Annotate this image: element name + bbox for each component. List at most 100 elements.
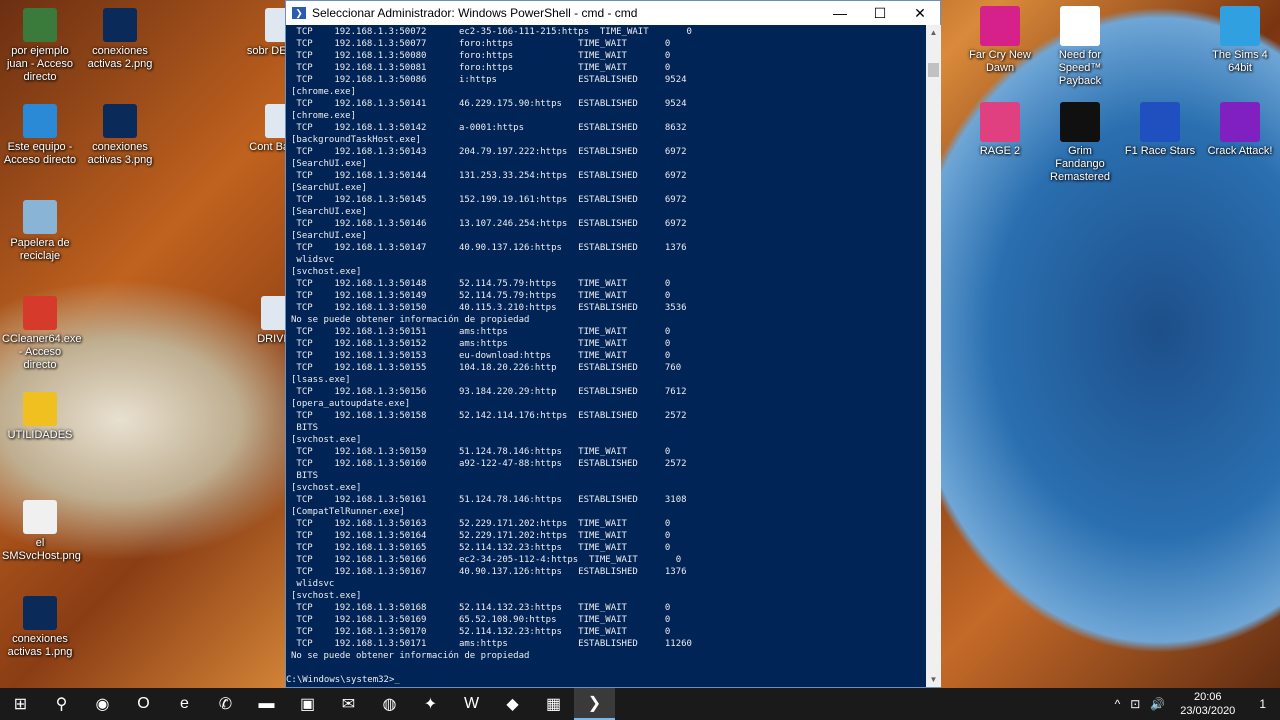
desktop-icon-image	[23, 200, 57, 234]
console-line: wlidsvc	[291, 579, 335, 589]
scroll-up-icon[interactable]: ▲	[926, 25, 941, 40]
taskbar-whatsapp-button[interactable]: ✆	[205, 688, 246, 720]
console-line: [SearchUI.exe]	[291, 231, 367, 241]
desktop-icon[interactable]: el SMSvcHost.png	[2, 500, 81, 563]
taskbar-app3-button[interactable]: ◆	[492, 688, 533, 720]
desktop-icon-image	[23, 596, 57, 630]
console-line: [SearchUI.exe]	[291, 183, 367, 193]
taskbar-explorer-button[interactable]: ▬	[246, 688, 287, 720]
desktop-icon-image	[103, 8, 137, 42]
desktop-icon[interactable]: RAGE 2	[962, 102, 1038, 158]
desktop-icon-label: conexiones activas 2.png	[87, 45, 153, 70]
close-button[interactable]: ✕	[900, 1, 940, 25]
taskbar-edge-button[interactable]: e	[164, 688, 205, 720]
connection-row: TCP 192.168.1.3:50147 40.90.137.126:http…	[291, 243, 687, 253]
clock[interactable]: 20:06 23/03/2020	[1170, 690, 1245, 718]
taskbar-calculator-button[interactable]: ▦	[533, 688, 574, 720]
desktop-icon[interactable]: Need for Speed™ Payback	[1042, 6, 1118, 88]
desktop-icon[interactable]: F1 Race Stars	[1122, 102, 1198, 158]
desktop-icon[interactable]: conexiones activas 1.png	[2, 596, 78, 659]
desktop-icon-label: The Sims 4 64bit	[1212, 49, 1268, 74]
connection-row: TCP 192.168.1.3:50163 52.229.171.202:htt…	[291, 519, 671, 529]
desktop-icon-image	[23, 392, 57, 426]
desktop-icon-label: UTILIDADES	[7, 429, 73, 441]
connection-row: TCP 192.168.1.3:50146 13.107.246.254:htt…	[291, 219, 687, 229]
taskbar-mail-button[interactable]: ✉	[328, 688, 369, 720]
taskbar-app2-button[interactable]: ✦	[410, 688, 451, 720]
desktop-icon[interactable]: The Sims 4 64bit	[1202, 6, 1278, 75]
desktop-icon-image	[1060, 102, 1100, 142]
taskbar-search-button[interactable]: ⚲	[41, 688, 82, 720]
desktop-icon-label: por ejemplo juan - Acceso directo	[6, 45, 74, 83]
connection-row: TCP 192.168.1.3:50169 65.52.108.90:https…	[291, 615, 671, 625]
connection-row: TCP 192.168.1.3:50143 204.79.197.222:htt…	[291, 147, 687, 157]
desktop-icon-image	[23, 296, 57, 330]
search-icon: ⚲	[55, 696, 68, 713]
console-line: [chrome.exe]	[291, 111, 357, 121]
desktop-icon-label: Papelera de reciclaje	[10, 237, 70, 262]
console-line: [lsass.exe]	[291, 375, 351, 385]
desktop-icon[interactable]: Grim Fandango Remastered	[1042, 102, 1118, 184]
connection-row: TCP 192.168.1.3:50164 52.229.171.202:htt…	[291, 531, 671, 541]
app-icon: ◆	[506, 696, 519, 713]
store-icon: ▣	[299, 696, 316, 713]
taskbar-opera-button[interactable]: O	[123, 688, 164, 720]
desktop-icon-image	[1220, 6, 1260, 46]
desktop-icon[interactable]: conexiones activas 2.png	[82, 8, 158, 71]
desktop-icon-image	[23, 500, 57, 534]
taskbar-start-button[interactable]: ⊞	[0, 688, 41, 720]
scrollbar-thumb[interactable]	[928, 63, 939, 77]
connection-row: TCP 192.168.1.3:50166 ec2-34-205-112-4:h…	[291, 555, 682, 565]
notifications-icon[interactable]: 1	[1245, 697, 1280, 711]
show-hidden-icons-icon[interactable]: ^	[1110, 697, 1126, 711]
connection-row: TCP 192.168.1.3:50142 a-0001:https ESTAB…	[291, 123, 687, 133]
taskbar: ⊞ ⚲ ◉ Oe ✆ ▬ ▣ ✉ ◍ ✦ W ◆ ▦ ❯ ^ ⊡ 🔊 20:06 23/03/2020 1	[0, 688, 1280, 720]
taskbar-word-button[interactable]: W	[451, 688, 492, 720]
connection-row: TCP 192.168.1.3:50072 ec2-35-166-111-215…	[291, 27, 692, 37]
console-line: No se puede obtener información de propi…	[291, 315, 530, 325]
desktop-icon-image	[103, 104, 137, 138]
taskbar-powershell-button[interactable]: ❯	[574, 688, 615, 720]
connection-row: TCP 192.168.1.3:50158 52.142.114.176:htt…	[291, 411, 687, 421]
connection-row: TCP 192.168.1.3:50077 foro:https TIME_WA…	[291, 39, 671, 49]
desktop-icon-label: CCleaner64.exe - Acceso directo	[2, 333, 82, 371]
desktop-icon-image	[1220, 102, 1260, 142]
desktop-icon[interactable]: Crack Attack!	[1202, 102, 1278, 158]
command-prompt[interactable]: C:\Windows\system32>_	[286, 674, 926, 686]
console-line: [SearchUI.exe]	[291, 207, 367, 217]
console-line: [opera_autoupdate.exe]	[291, 399, 411, 409]
desktop-icon[interactable]: Este equipo - Acceso directo	[2, 104, 78, 167]
taskbar-store-button[interactable]: ▣	[287, 688, 328, 720]
desktop-icon[interactable]: por ejemplo juan - Acceso directo	[2, 8, 78, 84]
console-line: [backgroundTaskHost.exe]	[291, 135, 422, 145]
desktop-icon-image	[23, 8, 57, 42]
desktop-icon[interactable]: CCleaner64.exe - Acceso directo	[2, 296, 82, 372]
taskbar-app1-button[interactable]: ◍	[369, 688, 410, 720]
desktop-icon[interactable]: Far Cry New Dawn	[962, 6, 1038, 75]
network-icon[interactable]: ⊡	[1125, 697, 1145, 711]
scroll-down-icon[interactable]: ▼	[926, 672, 941, 687]
system-tray: ^ ⊡ 🔊 20:06 23/03/2020 1	[1110, 690, 1280, 718]
console-output[interactable]: TCP 192.168.1.3:50072 ec2-35-166-111-215…	[286, 25, 926, 687]
console-line: [svchost.exe]	[291, 435, 362, 445]
desktop-icon[interactable]: Papelera de reciclaje	[2, 200, 78, 263]
title-bar[interactable]: ❯ Seleccionar Administrador: Windows Pow…	[286, 1, 940, 25]
connection-row: TCP 192.168.1.3:50155 104.18.20.226:http…	[291, 363, 682, 373]
maximize-button[interactable]: ☐	[860, 1, 900, 25]
whatsapp-icon: ✆	[218, 696, 233, 713]
desktop-icon[interactable]: UTILIDADES	[2, 392, 78, 442]
connection-row: TCP 192.168.1.3:50165 52.114.132.23:http…	[291, 543, 671, 553]
scrollbar[interactable]: ▲ ▼	[926, 25, 941, 687]
minimize-button[interactable]: —	[820, 1, 860, 25]
connection-row: TCP 192.168.1.3:50141 46.229.175.90:http…	[291, 99, 687, 109]
taskbar-chrome-button[interactable]: ◉	[82, 688, 123, 720]
folder-icon: ▬	[258, 695, 275, 712]
connection-row: TCP 192.168.1.3:50144 131.253.33.254:htt…	[291, 171, 687, 181]
volume-icon[interactable]: 🔊	[1145, 697, 1170, 711]
console-line: BITS	[291, 423, 319, 433]
desktop-icon-image	[23, 104, 57, 138]
desktop-icon-label: Need for Speed™ Payback	[1058, 49, 1102, 87]
desktop-icon[interactable]: conexiones activas 3.png	[82, 104, 158, 167]
console-line: No se puede obtener información de propi…	[291, 651, 530, 661]
